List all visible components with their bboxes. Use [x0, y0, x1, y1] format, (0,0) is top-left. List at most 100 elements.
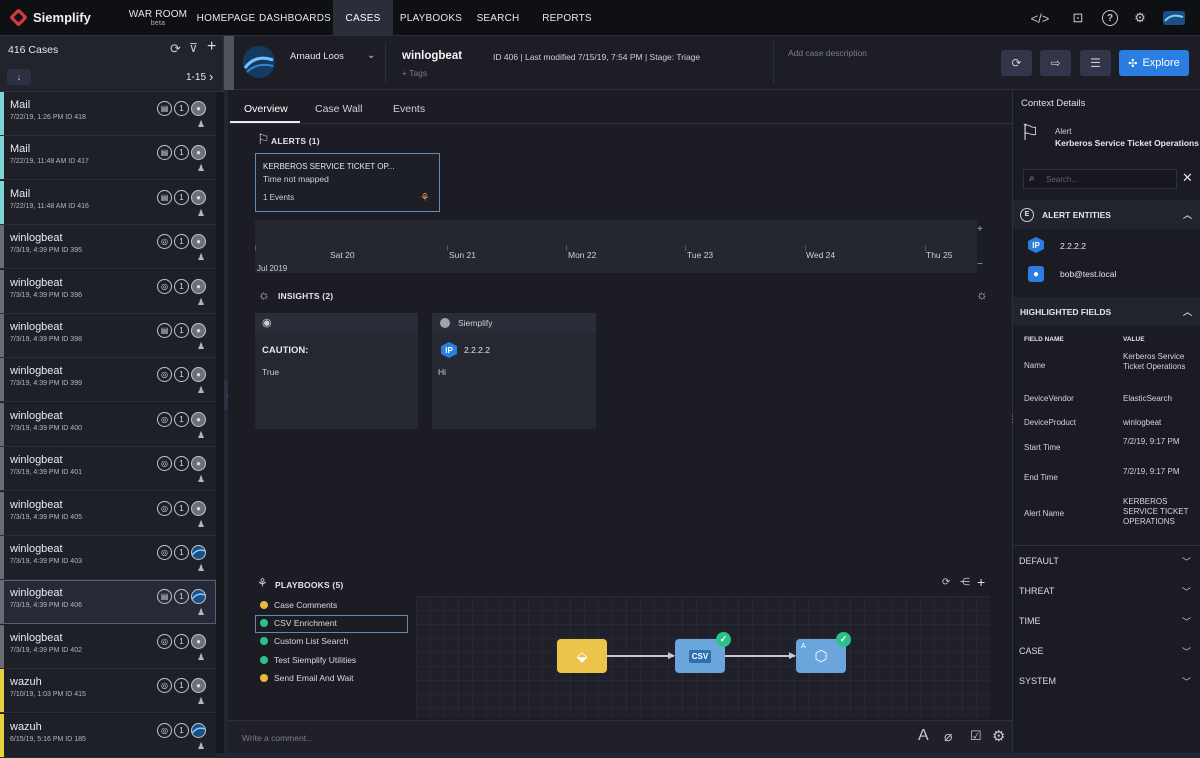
sandbox-icon[interactable]: ⊡	[1068, 8, 1088, 28]
field-value: 7/2/19, 9:17 PM	[1123, 467, 1180, 476]
case-list-item[interactable]: winlogbeat 7/3/19, 4:39 PM ID 402 ◎ 1 ● ♟	[0, 624, 216, 669]
entity-label[interactable]: bob@test.local	[1060, 269, 1116, 279]
playbook-item[interactable]: Test Siemplify Utilities	[260, 655, 356, 665]
nav-cases[interactable]: CASES	[333, 0, 393, 36]
refresh-icon[interactable]: ⟳	[942, 577, 950, 588]
case-list-item[interactable]: wazuh 7/10/19, 1:03 PM ID 415 ◎ 1 ● ♟	[0, 669, 216, 714]
case-list-item[interactable]: winlogbeat 7/3/19, 4:39 PM ID 400 ◎ 1 ● ♟	[0, 402, 216, 447]
arrow-icon: ▶	[668, 650, 675, 660]
avatar[interactable]	[1162, 8, 1186, 28]
case-list-header: 416 Cases ⟳ ⊽ + ↓ 1-15 ›	[0, 36, 223, 92]
field-name: Alert Name	[1024, 509, 1065, 518]
chevron-down-icon[interactable]: ﹀	[1182, 555, 1191, 568]
value-column: VALUE	[1123, 336, 1145, 343]
trigger-node[interactable]: ⬙	[557, 639, 607, 673]
assignee-avatar	[191, 545, 206, 560]
timeline[interactable]: Sat 20 Sun 21 Mon 22 Tue 23 Wed 24 Thu 2…	[255, 220, 977, 273]
chevron-down-icon[interactable]: ﹀	[1182, 615, 1191, 628]
playbook-item[interactable]: Custom List Search	[260, 636, 348, 646]
nav-playbooks[interactable]: PLAYBOOKS	[400, 0, 462, 36]
move-case-button[interactable]: ⇨	[1040, 50, 1071, 76]
chevron-down-icon[interactable]: ﹀	[1182, 675, 1191, 688]
share-icon[interactable]: ⋲	[960, 577, 970, 588]
section-system[interactable]: SYSTEM	[1019, 676, 1056, 686]
code-icon[interactable]: </>	[1030, 8, 1050, 28]
insight-card[interactable]: Siemplify IP 2.2.2.2 Hi	[432, 313, 596, 429]
alert-label: Alert	[1055, 127, 1072, 136]
sort-button[interactable]: ↓	[7, 69, 31, 85]
case-list-item[interactable]: winlogbeat 7/3/19, 4:39 PM ID 406 ▤ 1 ♟	[0, 580, 216, 625]
chevron-down-icon[interactable]: ﹀	[1182, 645, 1191, 658]
case-list-item[interactable]: winlogbeat 7/3/19, 4:39 PM ID 405 ◎ 1 ● ♟	[0, 491, 216, 536]
case-list-item[interactable]: winlogbeat 7/3/19, 4:39 PM ID 401 ◎ 1 ● ♟	[0, 447, 216, 492]
nav-search[interactable]: SEARCH	[474, 0, 522, 36]
highlighted-fields-header[interactable]: HIGHLIGHTED FIELDS ︿	[1013, 297, 1200, 326]
priority-icon: 1	[174, 633, 189, 649]
list-icon: ▤	[157, 323, 172, 338]
explore-button[interactable]: ✣ Explore	[1119, 50, 1189, 76]
assignee-dropdown-icon[interactable]: ⌄	[367, 50, 375, 61]
case-list-item[interactable]: winlogbeat 7/3/19, 4:39 PM ID 399 ◎ 1 ● ♟	[0, 358, 216, 403]
case-title: winlogbeat	[10, 365, 63, 378]
case-menu-button[interactable]: ☰	[1080, 50, 1111, 76]
playbook-item[interactable]: Case Comments	[260, 600, 337, 610]
case-list-item[interactable]: Mail 7/22/19, 1:26 PM ID 418 ▤ 1 ● ♟	[0, 92, 216, 136]
siemplify-logo[interactable]: Siemplify	[9, 8, 91, 27]
search-input[interactable]: ⌕ Search...	[1023, 169, 1177, 189]
section-default[interactable]: DEFAULT	[1019, 556, 1059, 566]
tags-input[interactable]: + Tags	[402, 68, 427, 78]
tab-case-wall[interactable]: Case Wall	[315, 103, 362, 115]
field-value: KERBEROS SERVICE TICKET OPERATIONS	[1123, 497, 1189, 526]
case-description-input[interactable]: Add case description	[788, 48, 867, 58]
case-list-item[interactable]: Mail 7/22/19, 11:48 AM ID 416 ▤ 1 ● ♟	[0, 180, 216, 225]
priority-stripe	[0, 580, 4, 624]
status-dot-icon	[260, 655, 268, 664]
comment-input[interactable]: Write a comment...	[242, 733, 313, 743]
text-format-icon[interactable]: A	[918, 727, 929, 745]
gear-icon[interactable]: ⚙	[1130, 8, 1150, 28]
case-list-item[interactable]: wazuh 6/15/19, 5:16 PM ID 185 ◎ 1 ♟	[0, 713, 216, 758]
settings-icon[interactable]: ⚙	[992, 727, 1005, 745]
close-icon[interactable]: ✕	[1182, 170, 1193, 186]
clipboard-icon[interactable]: ☑	[970, 728, 982, 744]
target-icon: ◎	[157, 722, 172, 738]
tab-overview[interactable]: Overview	[244, 103, 288, 115]
section-time[interactable]: TIME	[1019, 616, 1041, 626]
nav-homepage[interactable]: HOMEPAGE	[196, 0, 256, 36]
next-page-icon[interactable]: ›	[209, 69, 213, 84]
entity-label[interactable]: 2.2.2.2	[1060, 241, 1086, 251]
refresh-icon[interactable]: ⟳	[170, 41, 181, 57]
add-insight-icon[interactable]: ☼	[976, 287, 988, 302]
section-case[interactable]: CASE	[1019, 646, 1044, 656]
filter-icon[interactable]: ⊽	[189, 41, 198, 55]
explore-label: Explore	[1142, 57, 1180, 69]
resize-handle-icon[interactable]: ⋮	[1008, 414, 1017, 425]
assignee-name[interactable]: Arnaud Loos	[290, 51, 344, 62]
refresh-case-button[interactable]: ⟳	[1001, 50, 1032, 76]
case-list-item[interactable]: winlogbeat 7/3/19, 4:39 PM ID 396 ◎ 1 ● ♟	[0, 269, 216, 314]
insight-card[interactable]: ◉ CAUTION: True	[255, 313, 418, 429]
zoom-in-icon[interactable]: +	[977, 224, 983, 235]
add-playbook-icon[interactable]: +	[977, 574, 985, 590]
priority-icon: 1	[174, 500, 189, 516]
tab-events[interactable]: Events	[393, 103, 425, 115]
nav-dashboards[interactable]: DASHBOARDS	[259, 0, 331, 36]
nav-war-room[interactable]: WAR ROOM beta	[128, 0, 188, 36]
case-list-item[interactable]: winlogbeat 7/3/19, 4:39 PM ID 398 ▤ 1 ● ♟	[0, 314, 216, 358]
help-icon[interactable]: ?	[1102, 10, 1118, 26]
add-case-icon[interactable]: +	[207, 38, 216, 56]
case-list-item[interactable]: winlogbeat 7/3/19, 4:39 PM ID 403 ◎ 1 ♟	[0, 536, 216, 580]
zoom-out-icon[interactable]: −	[977, 259, 983, 270]
section-threat[interactable]: THREAT	[1019, 586, 1054, 596]
alert-card[interactable]: KERBEROS SERVICE TICKET OP... Time not m…	[255, 153, 440, 212]
case-meta: 7/3/19, 4:39 PM ID 396	[10, 291, 82, 299]
alert-entities-header[interactable]: E ALERT ENTITIES ︿	[1013, 200, 1200, 229]
case-list-item[interactable]: winlogbeat 7/3/19, 4:39 PM ID 395 ◎ 1 ● ♟	[0, 225, 216, 270]
chevron-down-icon[interactable]: ﹀	[1182, 585, 1191, 598]
nav-reports[interactable]: REPORTS	[540, 0, 594, 36]
attachment-icon[interactable]: ⌀	[944, 728, 952, 745]
case-list-item[interactable]: Mail 7/22/19, 11:48 AM ID 417 ▤ 1 ● ♟	[0, 136, 216, 181]
playbook-item[interactable]: Send Email And Wait	[260, 673, 354, 683]
case-list-scrollbar[interactable]	[216, 92, 224, 753]
hierarchy-icon[interactable]: ⚘	[420, 191, 430, 204]
